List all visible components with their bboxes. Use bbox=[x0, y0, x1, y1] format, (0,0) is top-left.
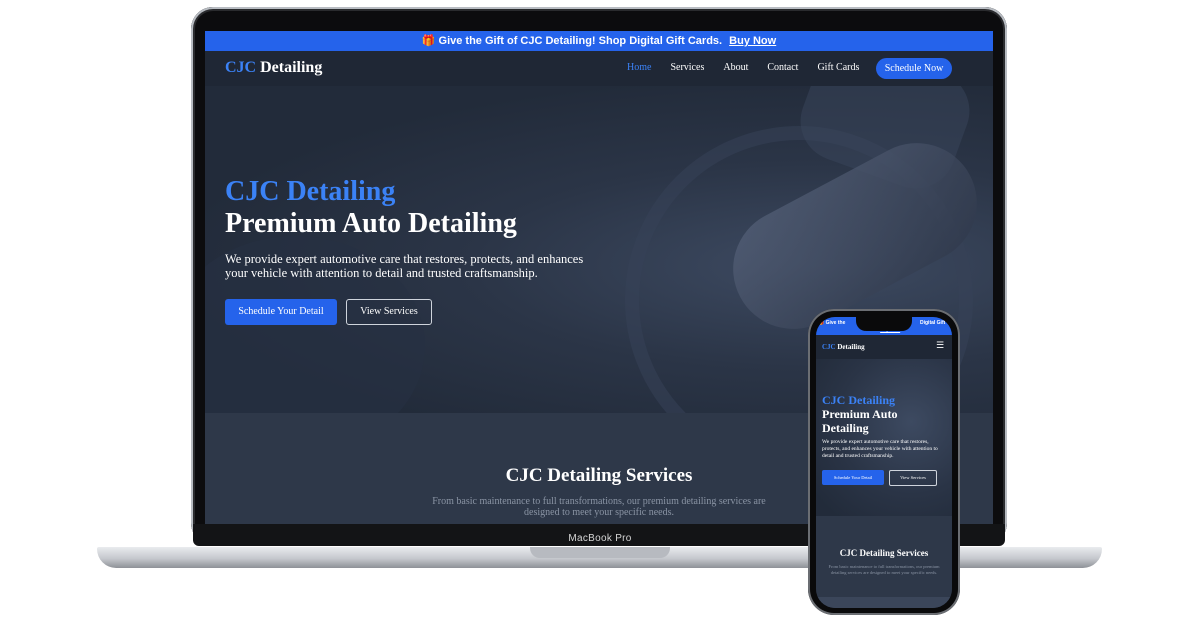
gift-card-banner: 🎁 Give the Gift of CJC Detailing! Shop D… bbox=[205, 31, 993, 51]
nav-link-about[interactable]: About bbox=[723, 62, 748, 73]
phone-hero-brand: CJC Detailing bbox=[822, 393, 895, 407]
nav-link-home[interactable]: Home bbox=[627, 62, 651, 73]
nav-links: Home Services About Contact Gift Cards bbox=[627, 62, 878, 73]
hamburger-menu-icon[interactable]: ☰ bbox=[936, 341, 944, 351]
site-logo[interactable]: CJC Detailing bbox=[225, 59, 322, 77]
phone-bottom-edge bbox=[816, 597, 952, 608]
phone-view-services-button[interactable]: View Services bbox=[889, 470, 937, 486]
laptop-model-label: MacBook Pro bbox=[568, 533, 632, 544]
phone-notch bbox=[856, 317, 912, 331]
laptop-opening-notch bbox=[530, 547, 670, 558]
schedule-now-button[interactable]: Schedule Now bbox=[876, 58, 952, 79]
phone-services-title: CJC Detailing Services bbox=[839, 548, 929, 558]
phone-banner-text-right: Digital Gift bbox=[920, 320, 946, 326]
hero-brand: CJC Detailing bbox=[225, 176, 396, 207]
schedule-your-detail-button[interactable]: Schedule Your Detail bbox=[225, 299, 337, 325]
phone-services-section: CJC Detailing Services From basic mainte… bbox=[816, 516, 952, 608]
phone-services-description: From basic maintenance to full transform… bbox=[828, 564, 940, 575]
phone-hero-title: Premium Auto Detailing bbox=[822, 407, 898, 435]
logo-accent: CJC bbox=[225, 59, 257, 76]
hero-title: Premium Auto Detailing bbox=[225, 208, 517, 239]
navbar: CJC Detailing Home Services About Contac… bbox=[205, 51, 993, 86]
phone-logo-text: Detailing bbox=[837, 343, 865, 351]
phone-site-logo[interactable]: CJC Detailing bbox=[822, 343, 865, 351]
phone-banner-text-left: 🎁 Give the bbox=[818, 320, 846, 326]
nav-link-gift-cards[interactable]: Gift Cards bbox=[817, 62, 859, 73]
logo-text: Detailing bbox=[260, 59, 323, 76]
phone-navbar: CJC Detailing ☰ bbox=[816, 335, 952, 359]
banner-text: 🎁 Give the Gift of CJC Detailing! Shop D… bbox=[421, 35, 723, 47]
view-services-button[interactable]: View Services bbox=[346, 299, 432, 325]
phone-hero-description: We provide expert automotive care that r… bbox=[822, 439, 938, 459]
services-description: From basic maintenance to full transform… bbox=[432, 496, 766, 518]
phone-screen: 🎁 Give the Digital Gift Cards. Buy Now C… bbox=[816, 317, 952, 608]
phone-logo-accent: CJC bbox=[822, 343, 836, 351]
nav-link-contact[interactable]: Contact bbox=[767, 62, 798, 73]
hero-description: We provide expert automotive care that r… bbox=[225, 252, 584, 280]
phone-hero-section: CJC Detailing Premium Auto Detailing We … bbox=[816, 359, 952, 516]
phone-schedule-your-detail-button[interactable]: Schedule Your Detail bbox=[822, 470, 884, 485]
buy-now-link[interactable]: Buy Now bbox=[729, 35, 776, 47]
nav-link-services[interactable]: Services bbox=[670, 62, 704, 73]
